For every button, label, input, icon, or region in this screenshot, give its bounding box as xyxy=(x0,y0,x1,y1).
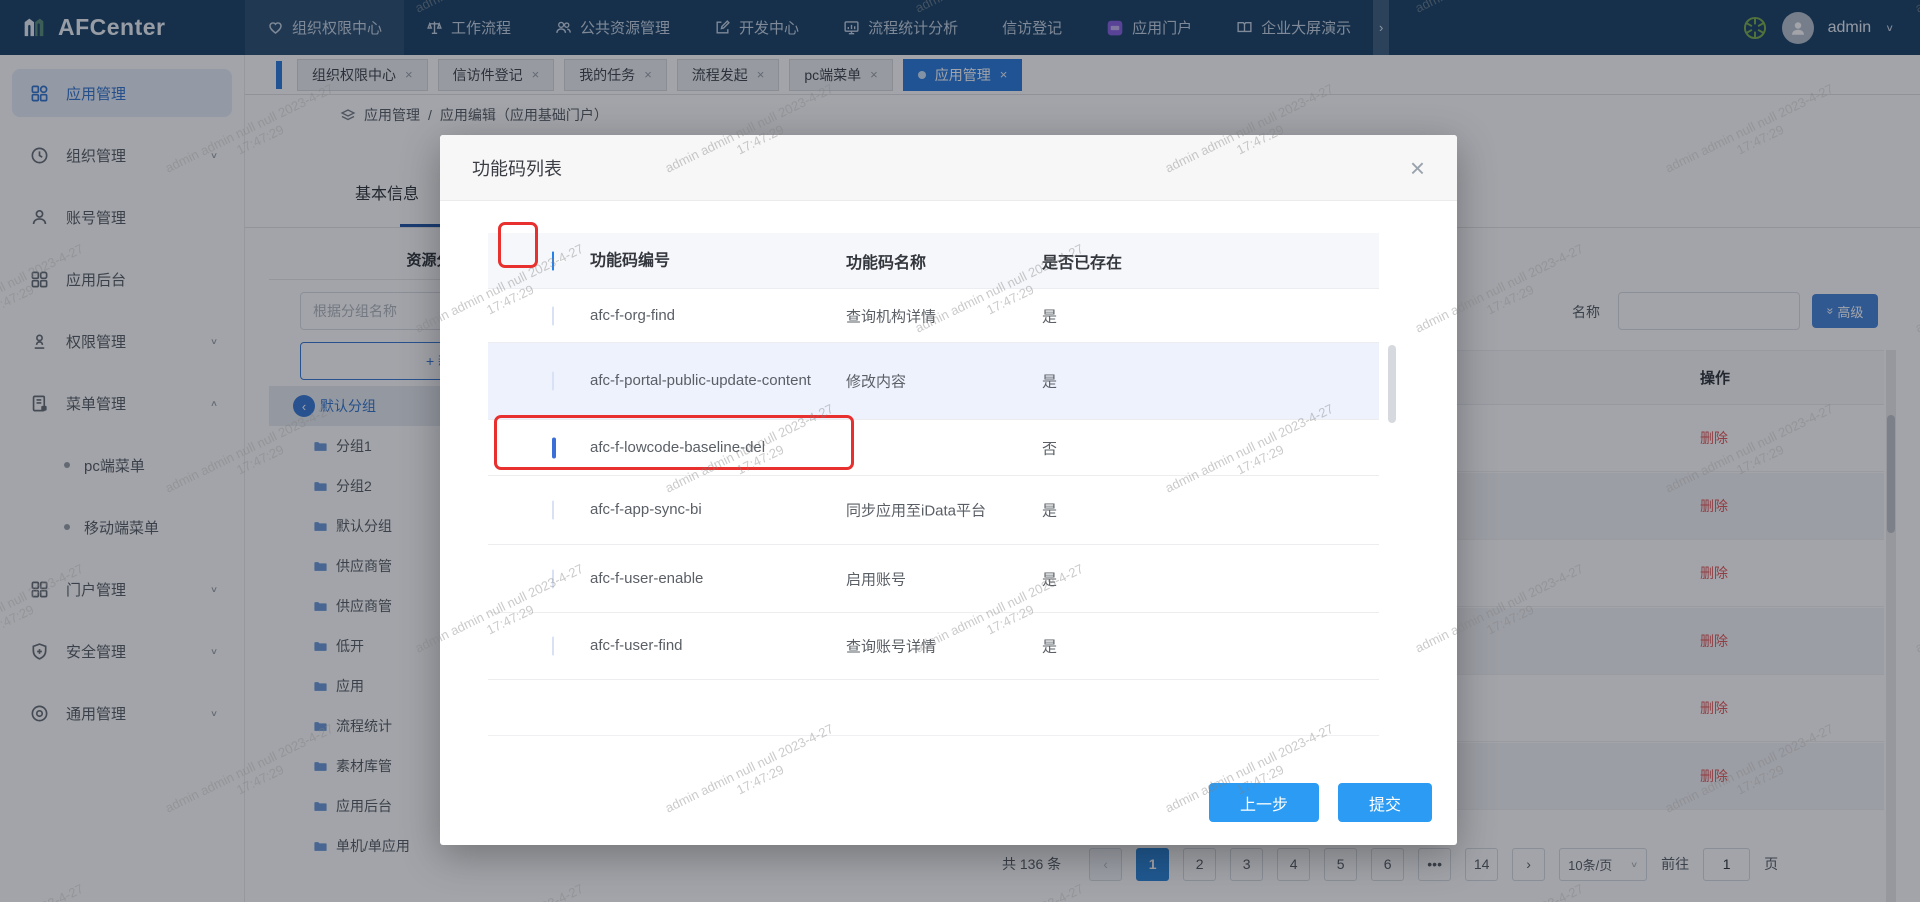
table-row: afc-f-app-sync-bi 同步应用至iData平台 是 xyxy=(488,476,1379,545)
table-row-annotated: afc-f-lowcode-baseline-del 否 xyxy=(488,420,1379,476)
code-cell: afc-f-user-find xyxy=(590,632,852,661)
function-code-table: 功能码编号 功能码名称 是否已存在 afc-f-org-find 查询机构详情 … xyxy=(488,233,1379,680)
select-all-checkbox[interactable] xyxy=(552,251,554,270)
modal-header: 功能码列表 × xyxy=(440,135,1457,201)
table-cut-divider xyxy=(488,735,1379,736)
row-checkbox[interactable] xyxy=(552,501,554,520)
row-checkbox[interactable] xyxy=(552,437,556,458)
exists-cell: 是 xyxy=(1042,568,1057,589)
submit-button[interactable]: 提交 xyxy=(1338,783,1432,822)
table-row: afc-f-user-enable 启用账号 是 xyxy=(488,545,1379,613)
code-cell: afc-f-user-enable xyxy=(590,564,852,593)
code-cell: afc-f-org-find xyxy=(590,301,852,330)
column-header-exists: 是否已存在 xyxy=(1042,249,1122,273)
previous-step-button[interactable]: 上一步 xyxy=(1209,783,1319,822)
exists-cell: 是 xyxy=(1042,636,1057,657)
row-checkbox[interactable] xyxy=(552,637,554,656)
name-cell: 启用账号 xyxy=(846,568,906,589)
row-checkbox[interactable] xyxy=(552,569,554,588)
table-row: afc-f-org-find 查询机构详情 是 xyxy=(488,289,1379,343)
exists-cell: 否 xyxy=(1042,437,1057,458)
modal-footer: 上一步 提交 xyxy=(440,783,1457,822)
name-cell: 查询机构详情 xyxy=(846,305,936,326)
code-cell: afc-f-portal-public-update-content xyxy=(590,367,852,396)
name-cell: 查询账号详情 xyxy=(846,636,936,657)
table-row: afc-f-user-find 查询账号详情 是 xyxy=(488,613,1379,680)
row-checkbox[interactable] xyxy=(552,306,554,325)
name-cell: 修改内容 xyxy=(846,371,906,392)
exists-cell: 是 xyxy=(1042,305,1057,326)
name-cell: 同步应用至iData平台 xyxy=(846,500,986,521)
exists-cell: 是 xyxy=(1042,371,1057,392)
function-code-modal: 功能码列表 × 功能码编号 功能码名称 是否已存在 afc-f-org-find… xyxy=(440,135,1457,845)
table-header-row: 功能码编号 功能码名称 是否已存在 xyxy=(488,233,1379,289)
table-row-highlighted: afc-f-portal-public-update-content 修改内容 … xyxy=(488,343,1379,420)
exists-cell: 是 xyxy=(1042,500,1057,521)
code-cell: afc-f-lowcode-baseline-del xyxy=(590,433,852,462)
code-cell: afc-f-app-sync-bi xyxy=(590,496,852,525)
modal-scrollbar-thumb[interactable] xyxy=(1388,345,1396,423)
column-header-name: 功能码名称 xyxy=(846,249,926,273)
column-header-code: 功能码编号 xyxy=(590,251,852,270)
close-icon[interactable]: × xyxy=(1410,155,1425,181)
modal-title: 功能码列表 xyxy=(472,155,562,181)
row-checkbox[interactable] xyxy=(552,372,554,391)
